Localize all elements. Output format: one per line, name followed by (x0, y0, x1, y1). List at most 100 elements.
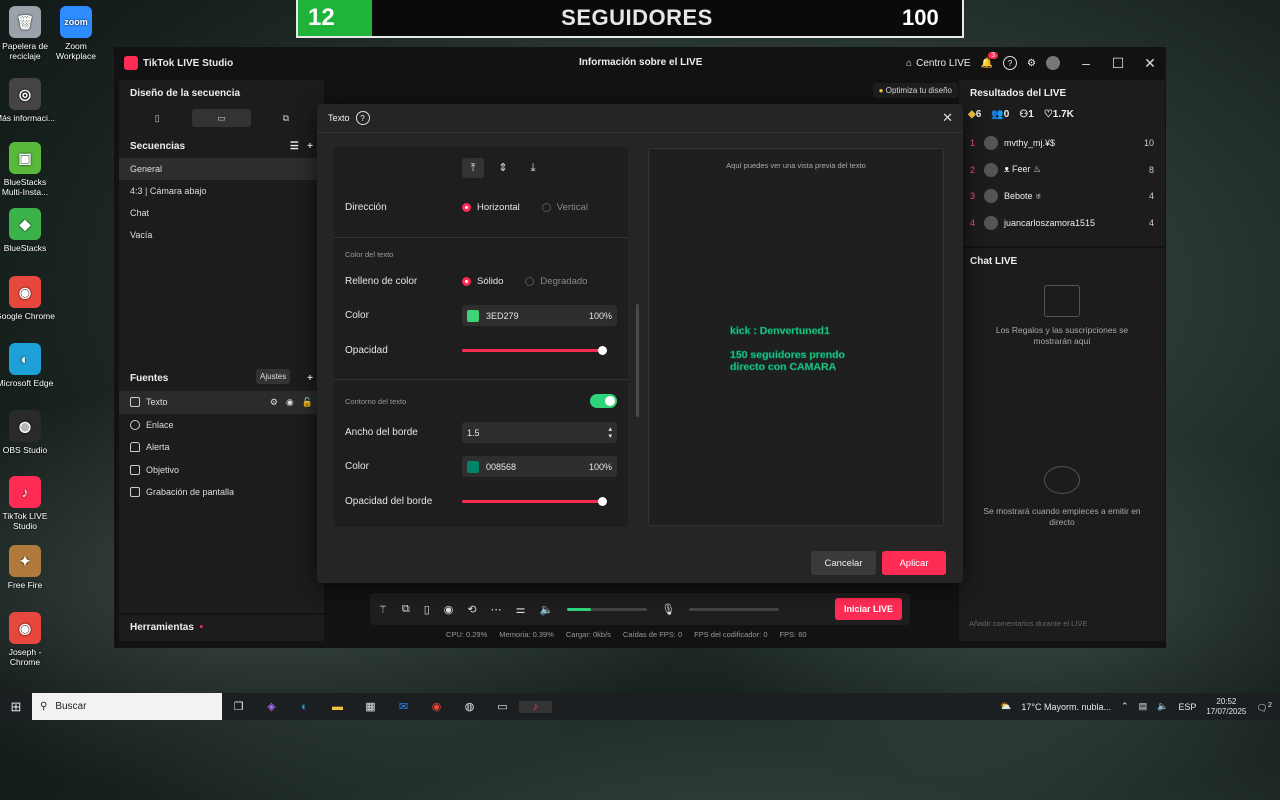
ranking-row[interactable]: 2 ᴥ Feer ♨ 8 (959, 157, 1165, 184)
layers-icon[interactable]: ⧉ (402, 603, 410, 616)
desktop-icon[interactable]: ✦ Free Fire (0, 545, 56, 590)
gradient-radio[interactable]: Degradado (525, 276, 587, 287)
magic-wand-icon[interactable]: ⚚ (378, 603, 388, 616)
avatar (984, 162, 998, 177)
text-color-picker[interactable]: 3ED279 100% (462, 305, 617, 326)
microphone-icon[interactable]: 🎙 (661, 603, 675, 616)
lock-icon[interactable]: 🔓 (302, 397, 313, 408)
source-item-text[interactable]: Texto ⚙ ◉ 🔓 (119, 391, 324, 414)
task-view-icon[interactable]: ❐ (222, 700, 255, 713)
add-sequence-icon[interactable]: + (307, 141, 313, 152)
help-button[interactable]: ? (1003, 56, 1018, 70)
add-source-icon[interactable]: + (307, 373, 313, 384)
source-item-alert[interactable]: Alerta (119, 436, 324, 459)
border-width-input[interactable]: 1.5 ▴ ▾ (462, 422, 617, 443)
align-middle-icon[interactable]: ⇕ (492, 158, 514, 178)
desktop-icon[interactable]: ◎ Más informaci... (0, 78, 56, 123)
optimize-design-hint[interactable]: ● Optimiza tu diseño (872, 83, 958, 98)
language-indicator[interactable]: ESP (1178, 702, 1196, 712)
align-top-icon[interactable]: ⤒ (462, 158, 484, 178)
maximize-icon[interactable]: ☐ (1102, 55, 1134, 72)
source-item-screen-recording[interactable]: Grabación de pantalla (119, 481, 324, 504)
sequence-item[interactable]: General (119, 158, 324, 180)
portrait-layout-icon[interactable]: ▯ (128, 109, 186, 127)
weather-text[interactable]: 17°C Mayorm. nubla... (1021, 702, 1111, 712)
more-icon[interactable]: ⋯ (491, 603, 502, 616)
tiktok-icon[interactable]: ♪ (519, 700, 552, 713)
horizontal-radio[interactable]: Horizontal (462, 202, 520, 213)
obs-icon[interactable]: ◍ (453, 700, 486, 713)
volume-icon[interactable]: 🔈 (1157, 701, 1168, 712)
cancel-button[interactable]: Cancelar (811, 551, 876, 575)
close-icon[interactable]: ✕ (1134, 55, 1166, 72)
list-icon[interactable]: ☰ (290, 141, 299, 152)
source-item-link[interactable]: Enlace (119, 414, 324, 437)
eye-icon[interactable]: ◉ (286, 397, 294, 408)
minimize-icon[interactable]: – (1070, 55, 1102, 71)
windows-start-icon[interactable]: ⊞ (0, 699, 32, 715)
chrome-icon[interactable]: ◉ (420, 700, 453, 713)
copilot-icon[interactable]: ◈ (255, 700, 288, 713)
desktop-icon[interactable]: ◆ BlueStacks (0, 208, 56, 253)
opacity-slider[interactable] (462, 346, 607, 355)
desktop-icon[interactable]: ◉ Joseph - Chrome (0, 612, 56, 667)
tools-panel[interactable]: Herramientas • (119, 615, 324, 641)
live-info-title[interactable]: Información sobre el LIVE (579, 57, 702, 68)
clock[interactable]: 20:52 17/07/2025 (1206, 697, 1246, 717)
mic-volume-slider[interactable] (689, 607, 780, 611)
notifications-button[interactable]: 🔔 3 (981, 51, 999, 69)
vertical-align-group: ⤒ ⇕ ⤓ (462, 158, 544, 178)
border-opacity-label: Opacidad del borde (345, 496, 433, 507)
ranking-row[interactable]: 4 juancarloszamora1515 4 (959, 210, 1165, 237)
ranking-row[interactable]: 1 mvthy_mj.¥$ 10 (959, 130, 1165, 157)
close-icon[interactable]: ✕ (942, 110, 953, 126)
sequence-item[interactable]: Vacía (119, 224, 324, 246)
sequence-item[interactable]: 4:3 | Cámara abajo (119, 180, 324, 202)
solid-radio[interactable]: Sólido (462, 276, 503, 287)
settings-icon[interactable]: ⚙ (270, 397, 278, 408)
align-bottom-icon[interactable]: ⤓ (522, 158, 544, 178)
file-explorer-icon[interactable]: ▬ (321, 701, 354, 713)
ranking-row[interactable]: 3 Bebote ♅ 4 (959, 183, 1165, 210)
landscape-layout-icon[interactable]: ▭ (192, 109, 251, 127)
help-icon[interactable]: ? (355, 111, 370, 125)
desktop-icon[interactable]: ◐ Microsoft Edge (0, 343, 56, 388)
phone-icon[interactable]: ▯ (424, 603, 430, 616)
sliders-icon[interactable]: ⚌ (516, 603, 526, 616)
speaker-volume-slider[interactable] (567, 607, 648, 611)
edge-icon[interactable]: ◐ (288, 701, 321, 713)
slider-knob[interactable] (598, 497, 607, 506)
stepper-icon[interactable]: ▴ ▾ (608, 426, 612, 440)
camera-flip-icon[interactable]: ⟲ (467, 603, 476, 616)
taskbar-search[interactable]: ⚲ Buscar (32, 693, 222, 720)
source-item-goal[interactable]: Objetivo (119, 459, 324, 482)
toggle-switch[interactable] (590, 394, 617, 408)
notification-center-icon[interactable]: 🗨2 (1256, 700, 1272, 714)
profile-avatar[interactable] (1046, 56, 1060, 70)
desktop-icon[interactable]: ♪ TikTok LIVE Studio (0, 476, 56, 531)
settings-scrollbar[interactable] (636, 304, 639, 417)
apply-button[interactable]: Aplicar (882, 551, 946, 575)
slider-knob[interactable] (598, 346, 607, 355)
start-live-button[interactable]: Iniciar LIVE (834, 598, 902, 620)
outline-toggle[interactable] (590, 394, 617, 408)
tray-chevron-icon[interactable]: ⌃ (1121, 701, 1129, 712)
desktop-icon[interactable]: ◉ Google Chrome (0, 276, 56, 321)
live-center-button[interactable]: ⌂ Centro LIVE (906, 58, 971, 69)
store-icon[interactable]: ▦ (354, 700, 387, 713)
comment-input[interactable]: Añadir comentarios durante el LIVE (965, 615, 1159, 633)
settings-button[interactable]: ⚙ (1027, 58, 1036, 69)
border-opacity-slider[interactable] (462, 497, 607, 506)
vertical-radio[interactable]: Vertical (541, 202, 588, 213)
desktop-icon[interactable]: ▣ BlueStacks Multi-Insta... (0, 142, 56, 197)
desktop-icon[interactable]: zoom Zoom Workplace (45, 6, 107, 61)
outline-color-picker[interactable]: 008568 100% (462, 456, 617, 477)
dual-layout-icon[interactable]: ⧉ (257, 109, 315, 127)
screen-icon[interactable]: ▭ (486, 700, 519, 713)
outlook-icon[interactable]: ✉ (387, 700, 420, 713)
desktop-icon[interactable]: ◍ OBS Studio (0, 410, 56, 455)
sequence-item[interactable]: Chat (119, 202, 324, 224)
speaker-icon[interactable]: 🔈 (540, 603, 554, 616)
network-icon[interactable]: ▤ (1139, 701, 1148, 712)
record-icon[interactable]: ◉ (444, 603, 454, 616)
